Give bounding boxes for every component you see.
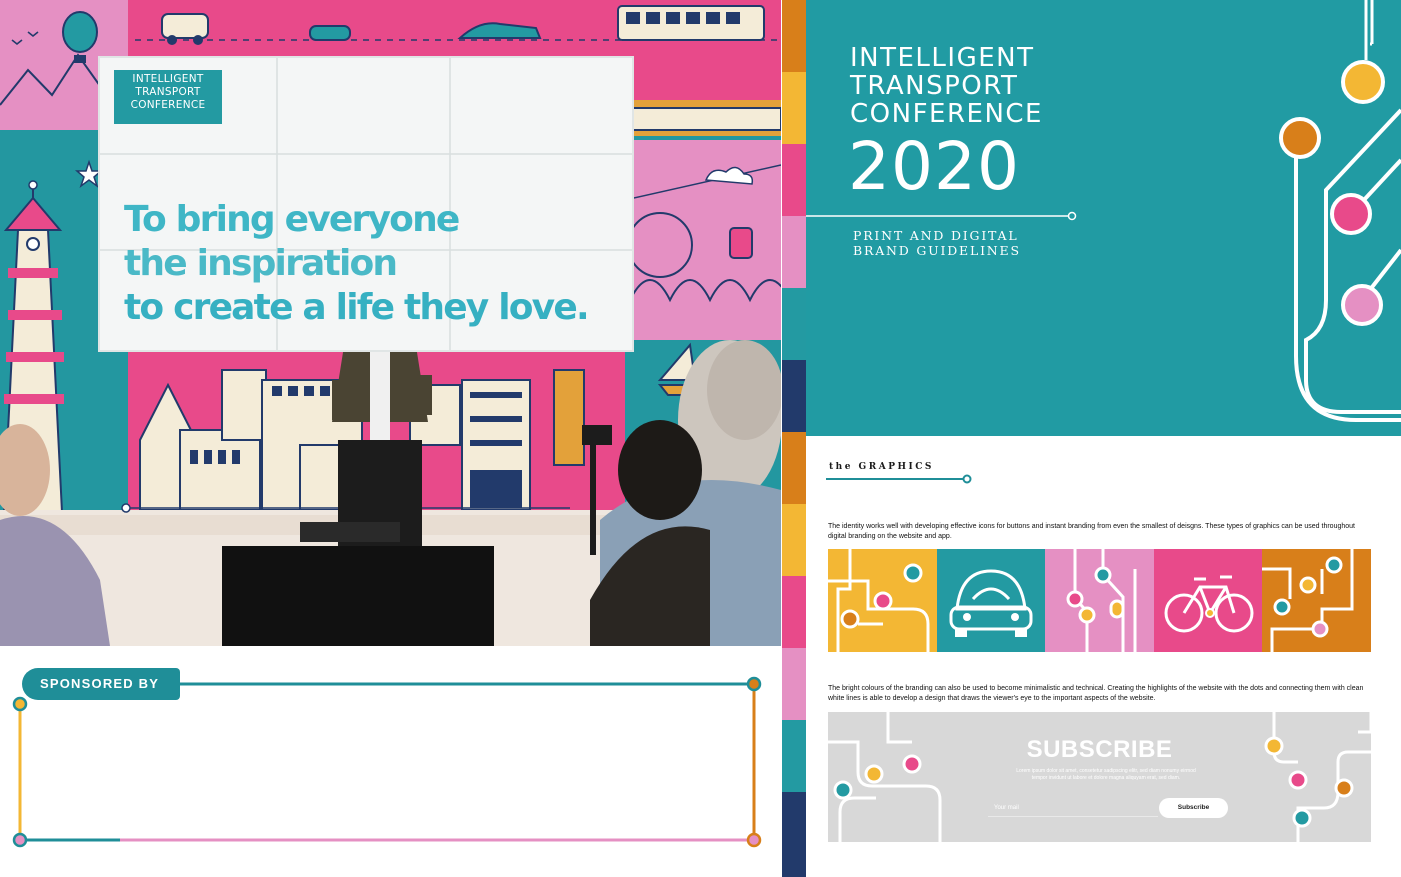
car-icon: [161, 13, 209, 39]
screen-logo: INTELLIGENT TRANSPORT CONFERENCE: [114, 70, 222, 124]
cover-subtitle: PRINT AND DIGITAL BRAND GUIDELINES: [853, 228, 1021, 258]
tile-car-teal: [937, 549, 1045, 652]
circuit-icon: [1066, 549, 1137, 652]
slogan-line: To bring everyone: [124, 199, 460, 240]
cover-page: INTELLIGENT TRANSPORT CONFERENCE 2020 PR…: [806, 0, 1401, 436]
subscribe-title: SUBSCRIBE: [1026, 736, 1173, 763]
cover-subtitle-line: BRAND GUIDELINES: [853, 243, 1021, 258]
stage-monitor: [222, 546, 494, 646]
graphics-paragraph-2: The bright colours of the branding can a…: [828, 685, 1364, 702]
screen-logo-line: INTELLIGENT: [132, 73, 204, 85]
cover-title: INTELLIGENT TRANSPORT CONFERENCE: [850, 44, 1043, 128]
bicycle-icon: [1164, 575, 1254, 633]
tile-circuit-lightpink: [1045, 549, 1154, 652]
screen-slogan: To bring everyone the inspiration to cre…: [124, 198, 590, 330]
star-icon: [74, 159, 104, 189]
cover-title-line: TRANSPORT: [850, 71, 1019, 101]
balloon-icon: [62, 11, 98, 53]
tile-circuit-yellow: [828, 549, 937, 652]
screen-logo-line: TRANSPORT: [135, 86, 201, 98]
slogan-line: to create a life they love.: [124, 287, 590, 328]
email-input[interactable]: Your mail: [988, 799, 1158, 817]
subscribe-banner: SUBSCRIBE Lorem ipsum dolor sit amet, co…: [828, 712, 1371, 842]
graphics-paragraph-1: The identity works well with developing …: [828, 523, 1355, 540]
tile-circuit-orange: [1262, 549, 1371, 652]
sponsored-by-label: SPONSORED BY: [22, 668, 180, 700]
cover-title-line: CONFERENCE: [850, 99, 1043, 129]
subscribe-button[interactable]: Subscribe: [1159, 798, 1228, 818]
scooter-icon: [309, 25, 351, 41]
camera-icon: [582, 425, 612, 445]
cover-dot-pink: [1330, 193, 1372, 235]
cover-dot-yellow: [1341, 60, 1385, 104]
cover-dot-orange: [1279, 117, 1321, 159]
graphics-page: the GRAPHICS The identity works well wit…: [806, 436, 1401, 877]
screen-logo-line: CONFERENCE: [130, 99, 206, 111]
presentation-screen: INTELLIGENT TRANSPORT CONFERENCE To brin…: [100, 58, 632, 350]
cover-dot-lightpink: [1341, 284, 1383, 326]
circuit-icon: [1262, 549, 1354, 652]
train-icon: [624, 107, 781, 131]
car-icon: [949, 569, 1033, 637]
subscribe-body: Lorem ipsum dolor sit amet, consetetur s…: [1016, 768, 1196, 781]
cover-year: 2020: [848, 128, 1020, 205]
tile-bicycle-pink: [1154, 549, 1262, 652]
slogan-line: the inspiration: [124, 243, 398, 284]
circuit-icon: [828, 549, 930, 652]
section-title-rule: [826, 474, 972, 484]
cover-title-line: INTELLIGENT: [850, 43, 1035, 73]
icon-tiles: [828, 549, 1371, 652]
stage-photo: INTELLIGENT TRANSPORT CONFERENCE To brin…: [0, 0, 781, 646]
color-strip: [782, 0, 806, 877]
cover-subtitle-line: PRINT AND DIGITAL: [853, 228, 1019, 243]
